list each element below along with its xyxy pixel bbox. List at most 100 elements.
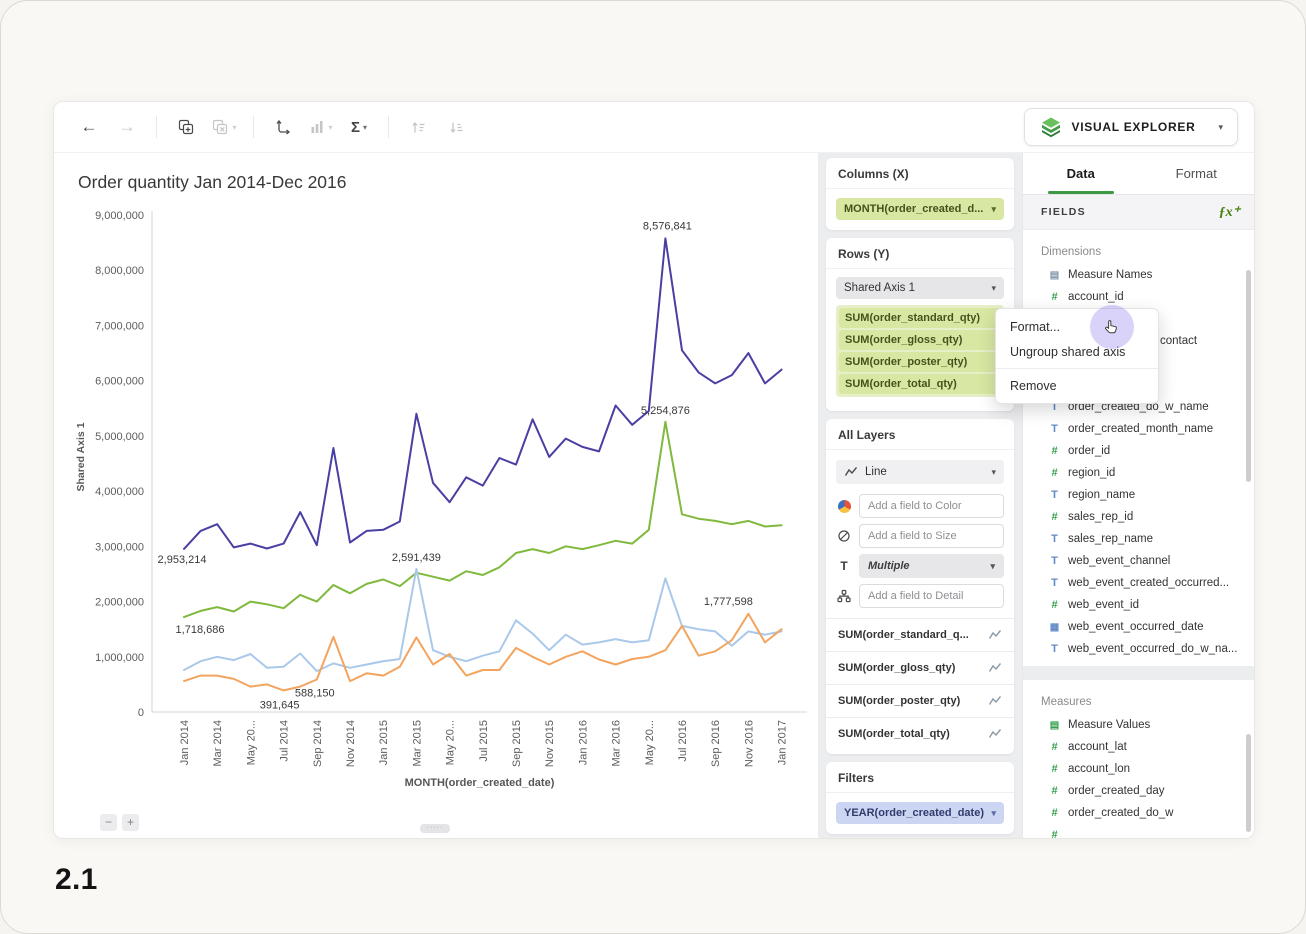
caret-down-icon: ▾: [991, 204, 996, 215]
duplicate-worksheet-icon[interactable]: [173, 112, 199, 142]
add-calculated-field-icon[interactable]: ƒx⁺: [1219, 204, 1240, 221]
dimension-field-item[interactable]: T web_event_channel: [1023, 550, 1254, 572]
filters-shelf: Filters YEAR(order_created_date) ▾: [826, 762, 1014, 834]
field-label: web_event_created_occurred...: [1068, 577, 1229, 589]
field-type-icon: T: [1047, 423, 1062, 435]
fields-header-label: FIELDS: [1041, 206, 1086, 218]
back-icon[interactable]: ←: [76, 112, 102, 142]
shared-axis-label: Shared Axis 1: [844, 282, 915, 294]
sort-fields-icon[interactable]: ▾: [308, 112, 334, 142]
dimension-field-item[interactable]: # web_event_id: [1023, 594, 1254, 616]
measure-field-item[interactable]: # order_created_do_w: [1023, 802, 1254, 824]
text-dropzone[interactable]: Multiple ▾: [859, 554, 1004, 578]
visual-explorer-menu-button[interactable]: VISUAL EXPLORER ▾: [1024, 108, 1238, 146]
mark-type-select[interactable]: Line ▾: [836, 460, 1004, 484]
svg-text:Jul 2016: Jul 2016: [677, 720, 689, 762]
zoom-out-button[interactable]: −: [100, 814, 117, 831]
shared-axis-select[interactable]: Shared Axis 1 ▾: [836, 277, 1004, 299]
measure-field-item[interactable]: ▤ Measure Values: [1023, 714, 1254, 736]
rows-shelf-pill[interactable]: SUM(order_total_qty): [839, 374, 1001, 394]
chart-title: Order quantity Jan 2014-Dec 2016: [78, 172, 347, 193]
rows-shelf-pill[interactable]: SUM(order_standard_qty): [839, 308, 1001, 328]
field-label: order_created_month_name: [1068, 423, 1213, 435]
tab-format[interactable]: Format: [1139, 152, 1255, 194]
dimension-field-item[interactable]: # sales_rep_id: [1023, 506, 1254, 528]
rows-shelf-pill[interactable]: SUM(order_poster_qty): [839, 352, 1001, 372]
toolbar: ← → ▾ ▾ Σ ▾: [54, 102, 1254, 153]
field-type-icon: #: [1047, 785, 1062, 797]
sort-descending-icon[interactable]: [443, 112, 469, 142]
svg-text:May 20...: May 20...: [245, 720, 257, 765]
layer-measure-row[interactable]: SUM(order_gloss_qty): [826, 652, 1014, 685]
line-chart-icon: [988, 694, 1002, 708]
columns-shelf: Columns (X) MONTH(order_created_d... ▾: [826, 158, 1014, 230]
shared-axis-context-menu: Format... Ungroup shared axis Remove: [995, 308, 1159, 404]
columns-shelf-pill[interactable]: MONTH(order_created_d... ▾: [836, 198, 1004, 220]
menu-divider: [996, 368, 1158, 369]
dimension-field-item[interactable]: # order_id: [1023, 440, 1254, 462]
field-label: Measure Values: [1068, 719, 1150, 731]
aggregate-sigma-icon[interactable]: Σ ▾: [346, 112, 372, 142]
dimension-field-item[interactable]: # account_id: [1023, 286, 1254, 308]
svg-text:Sep 2016: Sep 2016: [710, 720, 722, 767]
dimension-field-item[interactable]: # region_id: [1023, 462, 1254, 484]
svg-text:588,150: 588,150: [295, 688, 335, 700]
horizontal-scroll-handle[interactable]: ·····: [420, 824, 450, 833]
toolbar-divider: [388, 116, 389, 138]
caret-down-icon: ▾: [1218, 122, 1223, 133]
menu-item-format[interactable]: Format...: [996, 314, 1158, 339]
field-label: order_created_do_w: [1068, 807, 1174, 819]
dimension-field-item[interactable]: T sales_rep_name: [1023, 528, 1254, 550]
dimension-field-item[interactable]: T region_name: [1023, 484, 1254, 506]
field-type-icon: #: [1047, 445, 1062, 457]
clear-worksheet-icon[interactable]: ▾: [211, 112, 237, 142]
measure-field-item[interactable]: # account_lat: [1023, 736, 1254, 758]
tab-data[interactable]: Data: [1023, 152, 1139, 194]
swap-axes-icon[interactable]: [270, 112, 296, 142]
color-icon: [836, 500, 852, 513]
sort-ascending-icon[interactable]: [405, 112, 431, 142]
svg-text:2,953,214: 2,953,214: [158, 554, 207, 566]
line-chart-icon: [988, 661, 1002, 675]
svg-text:4,000,000: 4,000,000: [95, 486, 144, 498]
dimension-field-item[interactable]: T web_event_occurred_do_w_na...: [1023, 638, 1254, 660]
scrollbar-thumb[interactable]: [1246, 270, 1251, 482]
dimension-field-item[interactable]: ▤ Measure Names: [1023, 264, 1254, 286]
size-dropzone[interactable]: Add a field to Size: [859, 524, 1004, 548]
figure-number: 2.1: [55, 863, 98, 897]
shelf-panel: Columns (X) MONTH(order_created_d... ▾ R…: [818, 152, 1022, 838]
field-type-icon: #: [1047, 741, 1062, 753]
zoom-in-button[interactable]: +: [122, 814, 139, 831]
menu-item-remove[interactable]: Remove: [996, 373, 1158, 398]
forward-icon[interactable]: →: [114, 112, 140, 142]
measure-field-item[interactable]: # account_lon: [1023, 758, 1254, 780]
rows-shelf-pill[interactable]: SUM(order_gloss_qty): [839, 330, 1001, 350]
shared-axis-pills: SUM(order_standard_qty) SUM(order_gloss_…: [836, 305, 1004, 397]
app-window: ← → ▾ ▾ Σ ▾: [53, 101, 1255, 839]
page-frame: ← → ▾ ▾ Σ ▾: [0, 0, 1306, 934]
size-icon: [836, 529, 852, 543]
size-drop-row: Add a field to Size: [836, 524, 1004, 548]
field-label: region_id: [1068, 467, 1115, 479]
layer-measure-row[interactable]: SUM(order_poster_qty): [826, 685, 1014, 718]
measure-field-item[interactable]: # order_created_day: [1023, 780, 1254, 802]
field-type-icon: #: [1047, 467, 1062, 479]
color-dropzone[interactable]: Add a field to Color: [859, 494, 1004, 518]
measure-field-item[interactable]: #: [1023, 824, 1254, 838]
menu-item-ungroup-shared-axis[interactable]: Ungroup shared axis: [996, 339, 1158, 364]
filters-shelf-pill[interactable]: YEAR(order_created_date) ▾: [836, 802, 1004, 824]
detail-dropzone[interactable]: Add a field to Detail: [859, 584, 1004, 608]
layer-measure-row[interactable]: SUM(order_standard_q...: [826, 619, 1014, 652]
scrollbar-thumb[interactable]: [1246, 734, 1251, 832]
svg-text:Jan 2016: Jan 2016: [577, 720, 589, 765]
dimension-field-item[interactable]: T web_event_created_occurred...: [1023, 572, 1254, 594]
svg-text:7,000,000: 7,000,000: [95, 320, 144, 332]
dimension-field-item[interactable]: T order_created_month_name: [1023, 418, 1254, 440]
text-icon: T: [836, 559, 852, 573]
layer-measure-label: SUM(order_standard_q...: [838, 629, 969, 641]
layer-measure-row[interactable]: SUM(order_total_qty): [826, 718, 1014, 750]
chart-zoom-controls: − +: [100, 814, 139, 831]
svg-text:Nov 2015: Nov 2015: [544, 720, 556, 767]
dimension-field-item[interactable]: ▦ web_event_occurred_date: [1023, 616, 1254, 638]
pill-label: YEAR(order_created_date): [844, 807, 984, 819]
